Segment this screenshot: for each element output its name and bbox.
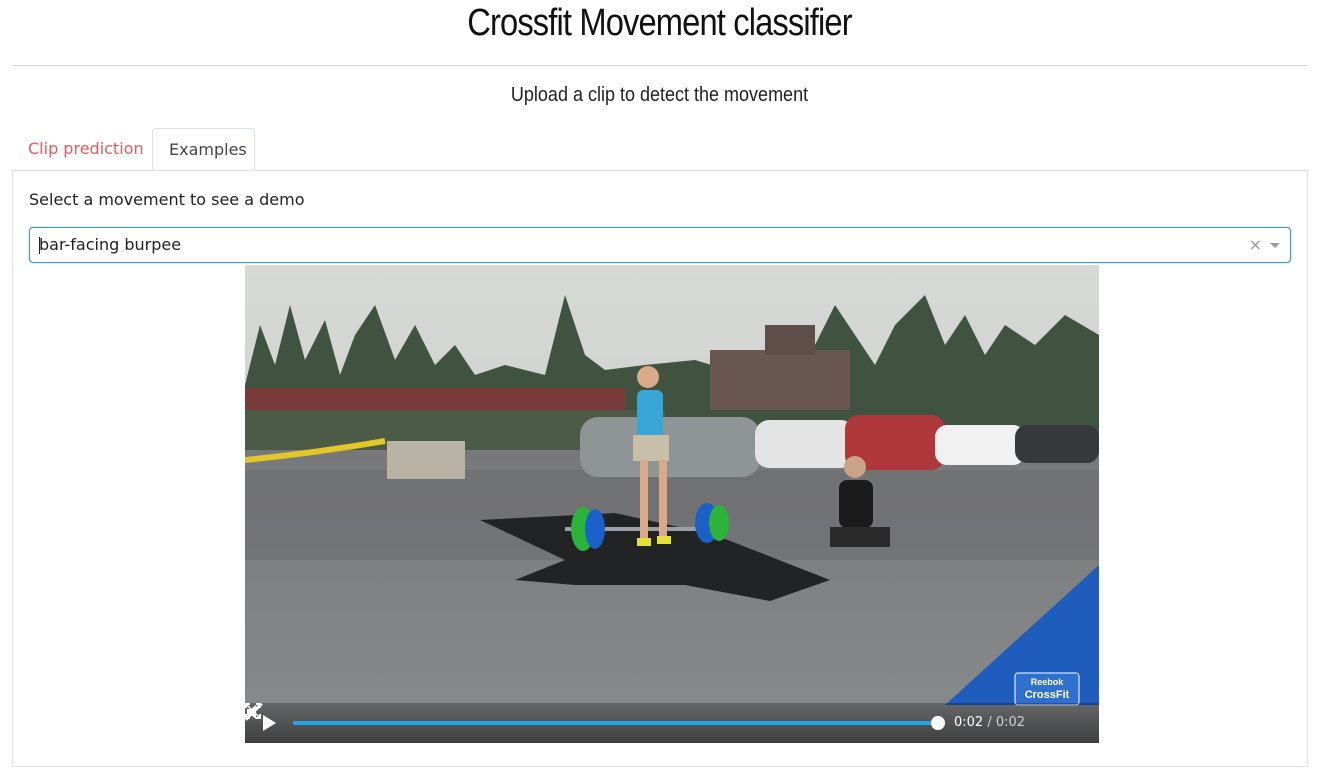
clear-selection-icon[interactable]: × [1249,228,1262,262]
page-subtitle: Upload a clip to detect the movement [510,84,809,106]
seek-bar-fill [293,721,938,725]
time-display: 0:02 / 0:02 [954,713,1025,733]
current-time: 0:02 [954,715,984,730]
tab-clip-prediction[interactable]: Clip prediction [12,128,152,169]
play-icon[interactable] [263,715,276,731]
movement-select-label: Select a movement to see a demo [29,190,305,209]
tab-examples[interactable]: Examples [152,128,255,171]
movement-select[interactable]: bar-facing burpee × [29,227,1291,263]
movement-select-value: bar-facing burpee [39,228,181,262]
title-divider [12,65,1308,66]
chevron-down-icon[interactable] [1270,243,1280,248]
video-frame: Reebok CrossFit [245,265,1099,743]
demo-video-player[interactable]: Reebok CrossFit 0:02 / 0:02 [245,265,1099,743]
svg-text:CrossFit: CrossFit [1025,689,1070,701]
fullscreen-icon[interactable] [245,703,261,719]
svg-text:Reebok: Reebok [1031,677,1065,687]
video-controls: 0:02 / 0:02 [245,703,1099,743]
time-separator: / [987,715,996,730]
seek-bar[interactable] [293,716,945,730]
page-title: Crossfit Movement classifier [467,2,852,44]
seek-bar-thumb[interactable] [931,716,945,730]
duration-time: 0:02 [995,715,1026,730]
